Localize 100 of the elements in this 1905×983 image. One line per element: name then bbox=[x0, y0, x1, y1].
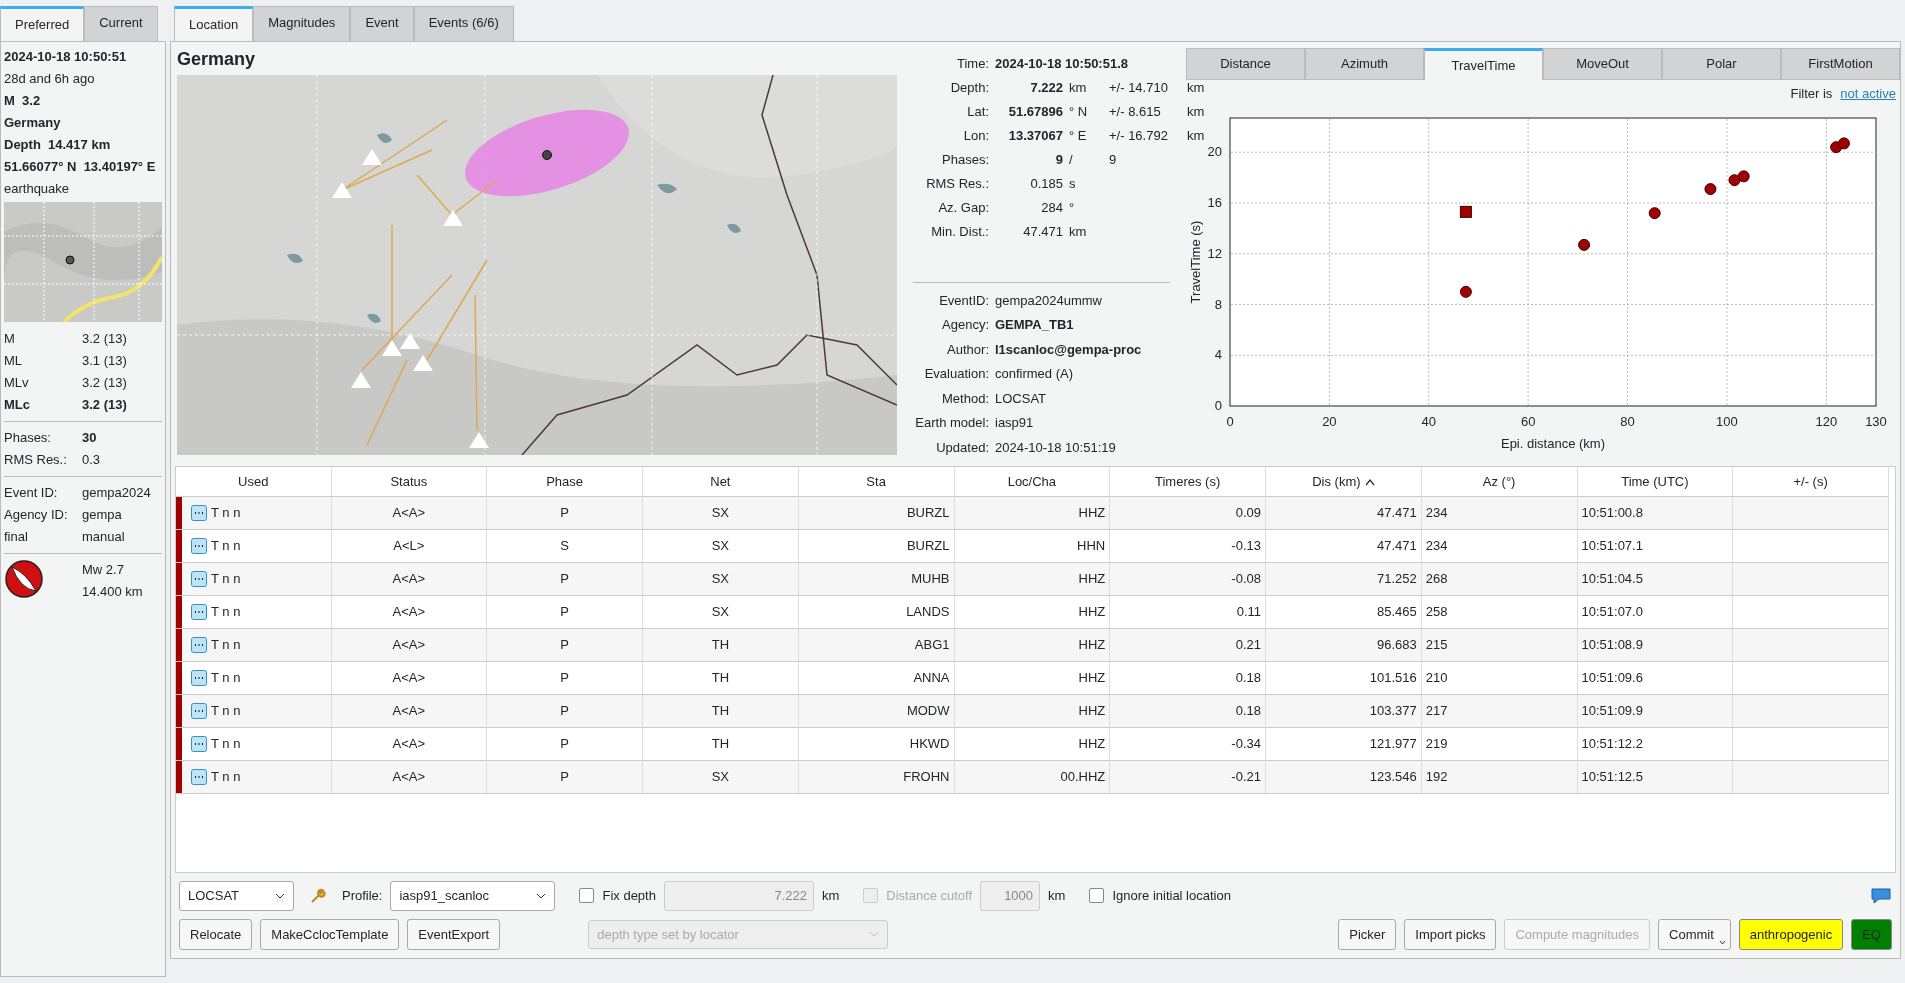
table-cell: 10:51:07.1 bbox=[1577, 529, 1733, 563]
table-cell: 192 bbox=[1421, 760, 1577, 794]
info-value: 13.37067 bbox=[1007, 126, 1063, 145]
unit-label: km bbox=[1069, 222, 1088, 241]
more-icon[interactable] bbox=[191, 505, 207, 521]
dropdown[interactable]: LOCSAT bbox=[179, 881, 294, 911]
table-cell: A<A> bbox=[331, 694, 487, 728]
more-icon[interactable] bbox=[191, 538, 207, 554]
table-cell: 217 bbox=[1421, 694, 1577, 728]
table-cell: -0.13 bbox=[1109, 529, 1266, 563]
tab[interactable]: Distance bbox=[1186, 47, 1305, 80]
summary-text: 28d and 6h ago bbox=[4, 69, 96, 88]
tick-label: 80 bbox=[1620, 413, 1635, 429]
action-button[interactable]: Relocate bbox=[179, 918, 253, 950]
column-header[interactable]: Timeres (s) bbox=[1109, 466, 1266, 497]
tab[interactable]: Events (6/6) bbox=[413, 6, 514, 41]
info-label: Min. Dist.: bbox=[930, 222, 989, 241]
tab[interactable]: Polar bbox=[1662, 47, 1781, 80]
table-cell: HHZ bbox=[954, 595, 1110, 629]
info-value: 284 bbox=[1040, 198, 1063, 217]
table-cell: 96.683 bbox=[1265, 628, 1422, 662]
table-cell: 47.471 bbox=[1265, 529, 1422, 563]
column-header[interactable]: Status bbox=[331, 466, 487, 497]
filter-link[interactable]: not active bbox=[1840, 84, 1896, 104]
tab[interactable]: TravelTime bbox=[1424, 47, 1543, 80]
table-cell: 71.252 bbox=[1265, 562, 1422, 596]
magnitude-type: ML bbox=[4, 351, 24, 370]
action-button[interactable]: Commit bbox=[1658, 918, 1731, 950]
wrench-icon[interactable] bbox=[310, 887, 326, 904]
id-label: final bbox=[4, 527, 29, 546]
tab[interactable]: Event bbox=[350, 6, 414, 41]
column-header[interactable]: +/- (s) bbox=[1732, 466, 1889, 497]
column-header[interactable]: Loc/Cha bbox=[954, 466, 1110, 497]
info-value: 9 bbox=[1054, 150, 1063, 169]
table-cell: 10:51:12.2 bbox=[1577, 727, 1733, 761]
more-icon[interactable] bbox=[191, 769, 207, 785]
action-button[interactable]: MakeCclocTemplate bbox=[260, 918, 400, 950]
column-header[interactable]: Phase bbox=[486, 466, 643, 497]
dropdown[interactable]: iasp91_scanloc bbox=[390, 881, 556, 911]
action-button[interactable]: anthropogenic bbox=[1738, 918, 1844, 950]
more-icon[interactable] bbox=[191, 736, 207, 752]
more-icon[interactable] bbox=[191, 670, 207, 686]
table-cell: -0.08 bbox=[1109, 562, 1266, 596]
info-label: Method: bbox=[941, 389, 989, 408]
sort-icon bbox=[1364, 478, 1375, 487]
column-header[interactable]: Dis (km) bbox=[1265, 466, 1422, 497]
table-cell: 00.HHZ bbox=[954, 760, 1110, 794]
tab[interactable]: Current bbox=[84, 6, 158, 41]
tick-label: 16 bbox=[1207, 194, 1222, 210]
table-cell: 0.21 bbox=[1109, 628, 1266, 662]
column-header[interactable]: Sta bbox=[798, 466, 954, 497]
action-button[interactable]: Picker bbox=[1338, 918, 1397, 950]
column-header[interactable]: Time (UTC) bbox=[1577, 466, 1733, 497]
table-cell: 210 bbox=[1421, 661, 1577, 695]
caret-icon bbox=[869, 931, 880, 938]
unit-label: km bbox=[1048, 887, 1066, 905]
id-label: Agency ID: bbox=[4, 505, 69, 524]
table-cell: 0.11 bbox=[1109, 595, 1266, 629]
tab[interactable]: FirstMotion bbox=[1781, 47, 1900, 80]
table-cell: 268 bbox=[1421, 562, 1577, 596]
table-cell: TH bbox=[642, 628, 799, 662]
summary-text: Germany bbox=[4, 113, 62, 132]
table-cell: 10:51:07.0 bbox=[1577, 595, 1733, 629]
action-button[interactable]: EventExport bbox=[407, 918, 501, 950]
summary-text: Depth 14.417 km bbox=[4, 135, 112, 154]
region-title: Germany bbox=[177, 47, 257, 71]
table-cell: FROHN bbox=[798, 760, 954, 794]
table-cell: MODW bbox=[798, 694, 954, 728]
field-label: Profile: bbox=[342, 887, 383, 905]
tab[interactable]: MoveOut bbox=[1543, 47, 1662, 80]
more-icon[interactable] bbox=[191, 637, 207, 653]
info-label: Evaluation: bbox=[923, 365, 989, 383]
tab[interactable]: Azimuth bbox=[1305, 47, 1424, 80]
table-cell: HHZ bbox=[954, 694, 1110, 728]
column-header[interactable]: Az (°) bbox=[1421, 466, 1577, 497]
column-header[interactable]: Net bbox=[642, 466, 799, 497]
table-cell: MUHB bbox=[798, 562, 954, 596]
table-cell: HKWD bbox=[798, 727, 954, 761]
stat-label: RMS Res.: bbox=[4, 450, 68, 469]
table-cell: P bbox=[486, 595, 643, 629]
tab[interactable]: Magnitudes bbox=[253, 6, 351, 41]
tick-label: 12 bbox=[1207, 245, 1222, 261]
tab[interactable]: Location bbox=[174, 6, 254, 41]
info-label: Az. Gap: bbox=[937, 198, 989, 217]
tab[interactable]: Preferred bbox=[0, 6, 85, 41]
table-cell: 10:51:04.5 bbox=[1577, 562, 1733, 596]
chat-icon[interactable] bbox=[1870, 886, 1892, 905]
table-cell: 47.471 bbox=[1265, 496, 1422, 530]
table-cell: HHZ bbox=[954, 628, 1110, 662]
magnitude-value: 3.2 (13) bbox=[82, 373, 128, 392]
info-value: 2024-10-18 10:50:51.8 bbox=[995, 54, 1129, 73]
checkbox[interactable]: Ignore initial location bbox=[1089, 886, 1231, 906]
more-icon[interactable] bbox=[191, 703, 207, 719]
table-cell: 103.377 bbox=[1265, 694, 1422, 728]
action-button[interactable]: Import picks bbox=[1404, 918, 1497, 950]
table-cell: P bbox=[486, 727, 643, 761]
more-icon[interactable] bbox=[191, 571, 207, 587]
column-header[interactable]: Used bbox=[176, 466, 331, 497]
more-icon[interactable] bbox=[191, 604, 207, 620]
unit-label: km bbox=[821, 887, 840, 905]
